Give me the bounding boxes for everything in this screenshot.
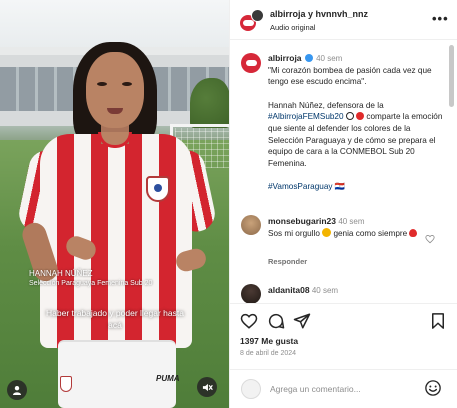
like-comment-heart-icon[interactable] — [425, 234, 435, 244]
caption-time: 40 sem — [316, 54, 343, 63]
player-face — [86, 52, 144, 128]
smiling-emoji-icon — [322, 228, 332, 237]
tagged-users-button[interactable] — [7, 380, 27, 400]
user-icon — [13, 386, 21, 395]
white-circle-emoji-icon — [345, 112, 354, 121]
post-date: 8 de abril de 2024 — [240, 350, 297, 357]
video-subtitle-caption: Haber trabajado y poder llegar hasta acá — [46, 308, 184, 330]
audio-label[interactable]: Audio original — [270, 23, 315, 32]
add-comment-bar — [230, 369, 457, 408]
shorts-crest — [60, 376, 72, 392]
likes-count[interactable]: 1397 Me gusta — [240, 336, 298, 346]
comment-time: 40 sem — [311, 286, 339, 295]
red-circle-emoji-icon — [356, 112, 365, 121]
speaker-muted-icon — [202, 383, 213, 391]
save-bookmark-icon[interactable] — [429, 312, 447, 330]
player-name-overlay: HANNAH NÚÑEZ — [29, 269, 93, 278]
post-actions: 1397 Me gusta 8 de abril de 2024 — [230, 303, 457, 369]
commenter-avatar-2[interactable] — [241, 284, 261, 303]
caption-quote: "Mi corazón bombea de pasión cada vez qu… — [268, 65, 432, 87]
comment-text-end: genia como siempre — [331, 229, 408, 238]
post-panel: albirroja y hvnnvh_nnz Audio original ••… — [229, 0, 457, 408]
mute-button[interactable] — [197, 377, 217, 397]
comment-username[interactable]: monsebugarin23 — [268, 216, 336, 226]
player-eye-right — [122, 82, 132, 86]
caption-username[interactable]: albirroja — [268, 53, 302, 63]
paraguay-crest — [146, 176, 170, 202]
comment-bubble-icon[interactable] — [267, 312, 285, 330]
reply-link[interactable]: Responder — [268, 257, 307, 266]
current-user-avatar — [241, 379, 261, 399]
comment-input[interactable] — [270, 382, 410, 396]
share-paper-plane-icon[interactable] — [293, 312, 311, 330]
verified-badge-icon — [304, 54, 313, 62]
more-options-icon[interactable]: ••• — [432, 11, 449, 26]
player-team-overlay: Selección Paraguaya Femenina Sub 20 — [29, 280, 153, 287]
kit-brand-label: PUMA — [156, 374, 180, 383]
caption-body-start: Hannah Núñez, defensora de la — [268, 100, 384, 110]
collaborator-avatar[interactable] — [251, 9, 264, 22]
comment-item: monsebugarin23 40 sem Sos mi orgullo gen… — [268, 215, 436, 240]
comments-scrollbar[interactable] — [449, 45, 454, 107]
like-heart-icon[interactable] — [240, 312, 258, 330]
post-authors[interactable]: albirroja y hvnnvh_nnz — [270, 9, 368, 19]
emoji-picker-icon[interactable] — [424, 379, 442, 397]
player-eye-left — [97, 82, 107, 86]
reel-video[interactable]: PUMA HANNAH NÚÑEZ Selección Paraguaya Fe… — [0, 0, 229, 408]
comment-item: aldanita08 40 sem — [268, 284, 436, 297]
comment-username[interactable]: aldanita08 — [268, 285, 310, 295]
post-caption: albirroja 40 sem "Mi corazón bombea de p… — [268, 53, 446, 205]
caption-hashtag-link[interactable]: #AlbirrojaFEMSub20 — [268, 112, 344, 121]
comment-time: 40 sem — [338, 217, 365, 226]
post-header: albirroja y hvnnvh_nnz Audio original ••… — [230, 0, 457, 40]
caption-author-avatar[interactable] — [241, 53, 261, 73]
comments-list[interactable]: albirroja 40 sem "Mi corazón bombea de p… — [230, 41, 457, 303]
red-heart-emoji-icon — [409, 229, 418, 237]
comment-text-start: Sos mi orgullo — [268, 229, 320, 238]
trees — [190, 78, 229, 128]
caption-hashtags[interactable]: #VamosParaguay 🇵🇾 — [268, 182, 345, 191]
commenter-avatar-1[interactable] — [241, 215, 261, 235]
